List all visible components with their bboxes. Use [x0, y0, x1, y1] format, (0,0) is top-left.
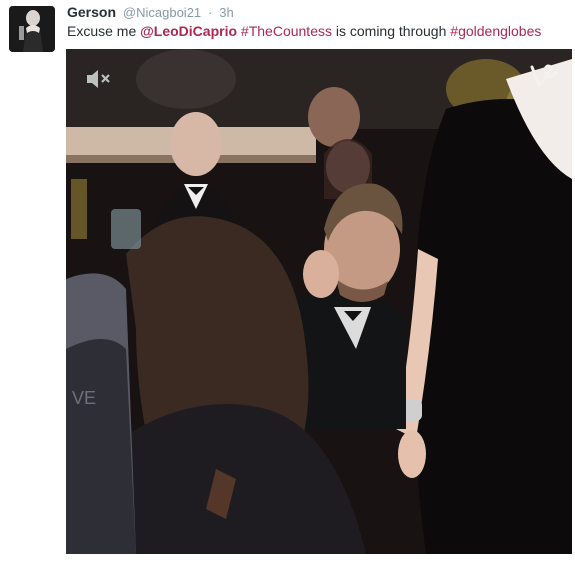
timestamp[interactable]: 3h [219, 5, 233, 20]
video-frame: VE [66, 49, 572, 554]
avatar[interactable] [9, 6, 55, 52]
text-middle: is coming through [331, 23, 451, 39]
svg-text:VE: VE [72, 388, 96, 408]
mute-icon[interactable] [84, 67, 114, 91]
tweet[interactable]: Gerson @Nicagboi21 · 3h Excuse me @LeoDi… [0, 0, 575, 562]
mention-link[interactable]: @LeoDiCaprio [140, 23, 237, 39]
separator-dot: · [208, 5, 213, 20]
text-prefix: Excuse me [67, 23, 141, 39]
hashtag-link[interactable]: #goldenglobes [450, 23, 541, 39]
author-handle[interactable]: @Nicagboi21 [123, 5, 201, 20]
hashtag-link[interactable]: #TheCountess [241, 23, 332, 39]
tweet-text: Excuse me @LeoDiCaprio #TheCountess is c… [67, 21, 541, 41]
author-name[interactable]: Gerson [67, 4, 116, 20]
tweet-header: Gerson @Nicagboi21 · 3h [67, 3, 234, 22]
vine-logo-icon [524, 57, 564, 97]
video-player[interactable]: VE [66, 49, 572, 554]
